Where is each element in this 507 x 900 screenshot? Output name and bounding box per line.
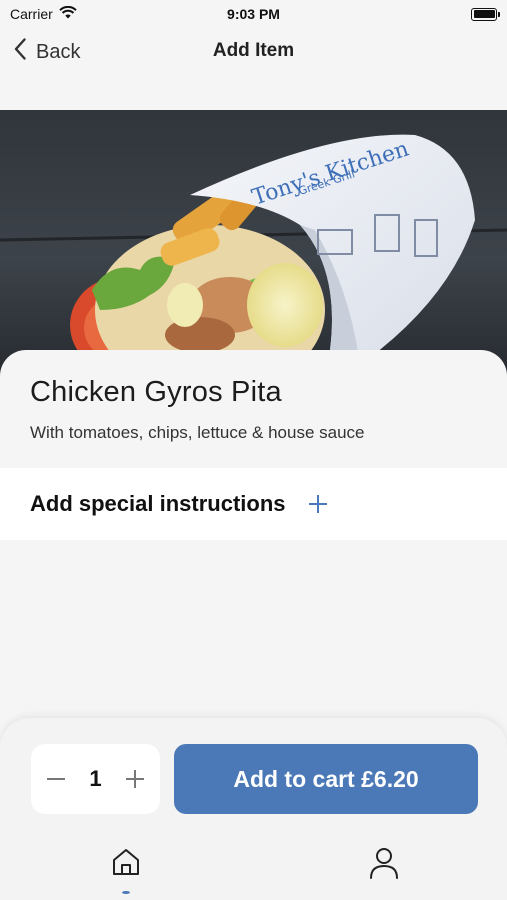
tab-home[interactable]: [106, 846, 146, 894]
active-tab-indicator: [122, 891, 130, 894]
product-description: With tomatoes, chips, lettuce & house sa…: [30, 423, 365, 442]
product-name: Chicken Gyros Pita: [30, 376, 282, 408]
tab-account[interactable]: [364, 846, 404, 886]
instructions-label: Add special instructions: [30, 491, 286, 516]
product-image: Tony's Kitchen Greek Grill: [0, 110, 507, 380]
back-label: Back: [36, 40, 81, 63]
back-button[interactable]: Back: [14, 38, 80, 66]
home-icon: [110, 846, 142, 883]
status-bar: Carrier 9:03 PM: [0, 0, 507, 28]
plus-icon: [308, 494, 328, 514]
user-icon: [368, 846, 400, 885]
product-card: Chicken Gyros Pita With tomatoes, chips,…: [0, 350, 507, 468]
add-to-cart-button[interactable]: Add to cart £6.20: [174, 744, 478, 814]
bottom-sheet: 1 Add to cart £6.20: [0, 718, 507, 900]
quantity-value: 1: [89, 766, 102, 791]
status-time: 9:03 PM: [227, 6, 280, 22]
increase-quantity-button[interactable]: [124, 768, 146, 790]
add-special-instructions-button[interactable]: Add special instructions: [0, 468, 507, 540]
quantity-stepper: 1: [31, 744, 160, 814]
battery-icon: [471, 7, 500, 21]
nav-bar: Back Add Item: [0, 28, 507, 78]
chevron-left-icon: [14, 38, 26, 66]
decrease-quantity-button[interactable]: [45, 768, 67, 790]
